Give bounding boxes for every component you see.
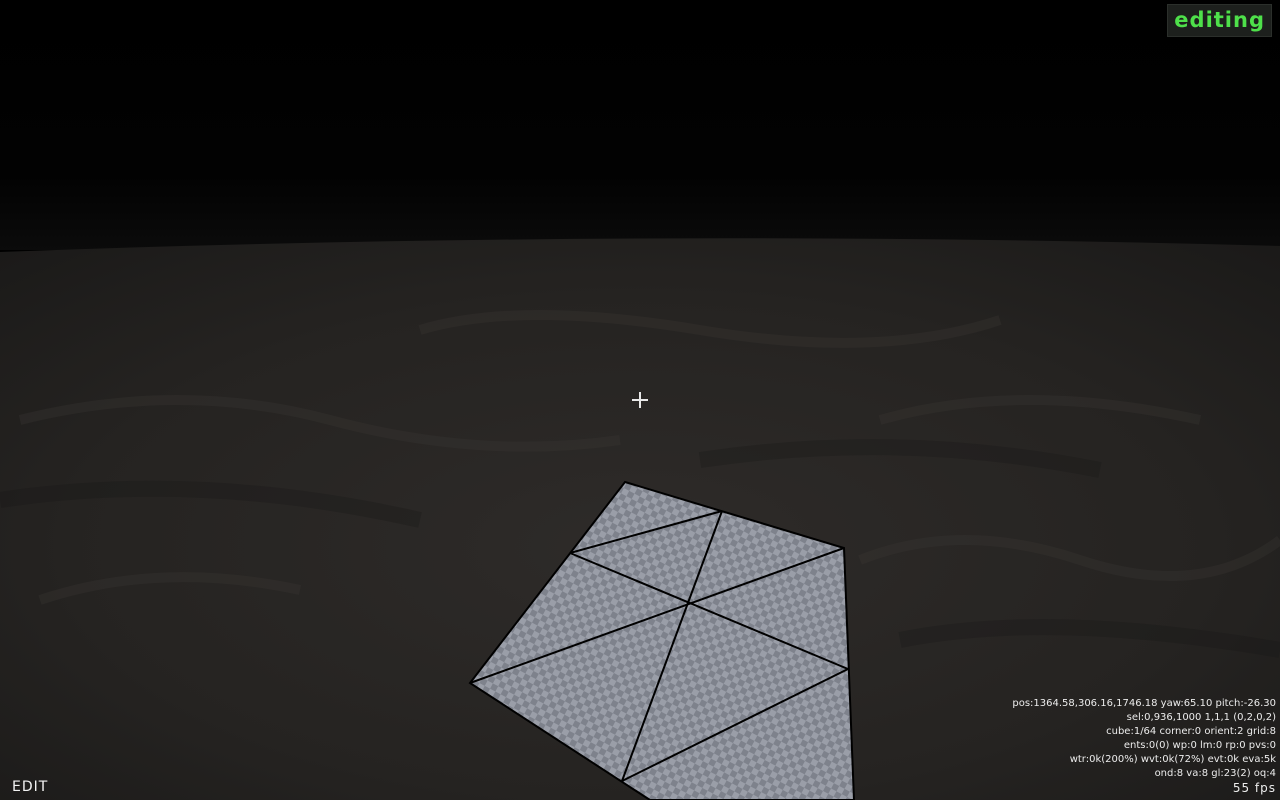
octree-readout: ond:8 va:8 gl:23(2) oq:4 (1154, 768, 1276, 779)
position-readout: pos:1364.58,306.16,1746.18 yaw:65.10 pit… (1012, 698, 1276, 709)
cube-readout: cube:1/64 corner:0 orient:2 grid:8 (1106, 726, 1276, 737)
debug-stats-panel: pos:1364.58,306.16,1746.18 yaw:65.10 pit… (1012, 697, 1276, 796)
world-tris-readout: wtr:0k(200%) wvt:0k(72%) evt:0k eva:5k (1069, 754, 1276, 765)
entities-readout: ents:0(0) wp:0 lm:0 rp:0 pvs:0 (1123, 740, 1276, 751)
editing-mode-badge: editing (1167, 4, 1272, 37)
selection-readout: sel:0,936,1000 1,1,1 (0,2,0,2) (1126, 712, 1276, 723)
edit-mode-label: EDIT (12, 779, 49, 795)
crosshair-icon (632, 392, 648, 408)
game-viewport[interactable]: editing EDIT pos:1364.58,306.16,1746.18 … (0, 0, 1280, 800)
fps-counter: 55 fps (1232, 781, 1276, 795)
